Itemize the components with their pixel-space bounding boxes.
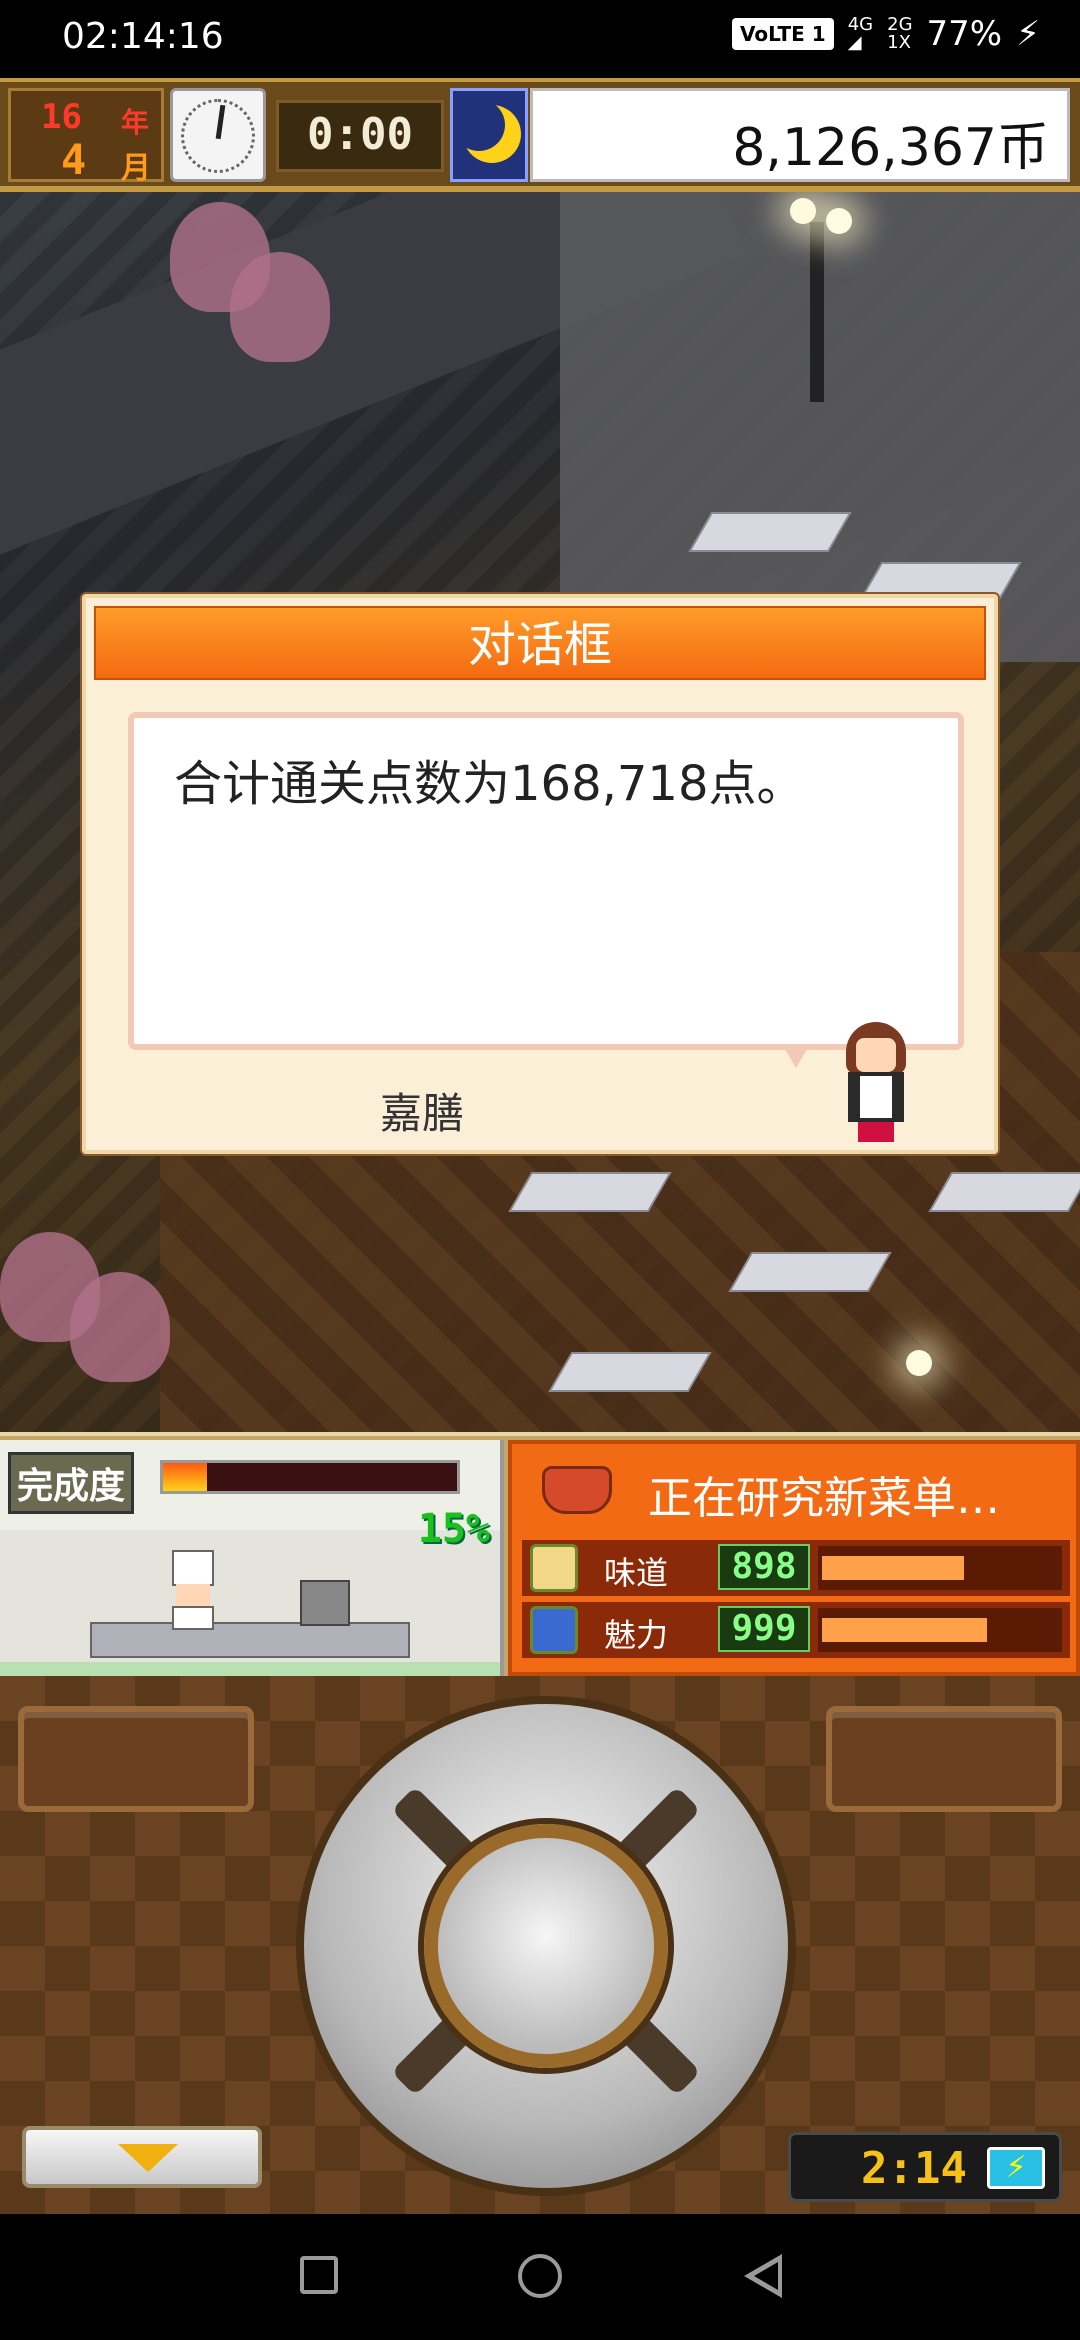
- cooking-pot: [300, 1580, 350, 1626]
- stat-bar: [818, 1546, 1062, 1590]
- dpad[interactable]: [296, 1696, 796, 2196]
- right-shoulder-button[interactable]: [826, 1706, 1062, 1812]
- dining-table: [728, 1252, 892, 1292]
- stat-bar: [818, 1608, 1062, 1652]
- stat-value: 898: [718, 1544, 810, 1590]
- battery-text: 77%: [926, 14, 1003, 54]
- cherry-tree: [70, 1272, 170, 1382]
- game-hud: 16 年 4 月 0:00 8,126,367币: [0, 78, 1080, 192]
- game-clock-time: 2:14: [861, 2143, 967, 2194]
- dining-table: [688, 512, 852, 552]
- maid-avatar: [836, 1022, 916, 1142]
- completion-bar: [160, 1460, 460, 1494]
- kitchen-counter: [90, 1622, 410, 1658]
- dialog-header: 对话框: [94, 606, 986, 680]
- stat-value: 999: [718, 1606, 810, 1652]
- dish-icon: [542, 1466, 612, 1514]
- status-indicators: VoLTE 1 4G ◢ 2G 1X 77% ⚡: [731, 14, 1040, 54]
- stat-row-charm: 魅力 999: [522, 1602, 1070, 1658]
- year-label: 年: [121, 106, 150, 139]
- game-timer: 0:00: [276, 100, 444, 172]
- home-button[interactable]: [518, 2254, 562, 2298]
- stat-bar-fill: [822, 1618, 988, 1642]
- completion-label: 完成度: [8, 1452, 135, 1514]
- dining-table: [928, 1172, 1080, 1212]
- chef-avatar: [168, 1550, 218, 1630]
- battery-icon: ⚡: [987, 2147, 1045, 2189]
- completion-percent: 15%: [417, 1506, 490, 1552]
- chevron-down-icon: [118, 2144, 178, 2172]
- signal-4g: 4G ◢: [847, 14, 874, 53]
- stat-bar-fill: [822, 1556, 964, 1580]
- lamp-light: [826, 208, 852, 234]
- taste-icon: [530, 1544, 578, 1592]
- research-title: 正在研究新菜单…: [648, 1473, 1000, 1524]
- menu-toggle-button[interactable]: [22, 2126, 262, 2188]
- dialog-title: 对话框: [467, 617, 612, 673]
- cherry-tree: [230, 252, 330, 362]
- speech-tail: [782, 1044, 810, 1068]
- lamp-light: [906, 1350, 932, 1376]
- completion-bar-fill: [163, 1463, 208, 1491]
- lamp-light: [790, 198, 816, 224]
- dining-table: [508, 1172, 672, 1212]
- stat-row-taste: 味道 898: [522, 1540, 1070, 1596]
- game-clock: 2:14 ⚡: [788, 2132, 1062, 2202]
- charm-icon: [530, 1606, 578, 1654]
- street-lamp: [810, 222, 824, 402]
- left-shoulder-button[interactable]: [18, 1706, 254, 1812]
- month-value: 4: [61, 135, 87, 184]
- info-panel: 完成度 15% 正在研究新菜单… 味道 898 魅力 999: [0, 1432, 1080, 1676]
- date-display: 16 年 4 月: [8, 88, 164, 186]
- stat-name: 味道: [604, 1554, 669, 1592]
- moon-icon: [450, 88, 528, 182]
- back-button[interactable]: [744, 2254, 782, 2298]
- dialog-message-area: 合计通关点数为168,718点。: [128, 712, 964, 1050]
- recents-button[interactable]: [300, 2256, 338, 2294]
- stat-name: 魅力: [604, 1616, 669, 1654]
- money-display: 8,126,367币: [530, 88, 1070, 182]
- dining-table: [548, 1352, 712, 1392]
- year-value: 16: [41, 97, 82, 137]
- dialog-message: 合计通关点数为168,718点。: [174, 756, 805, 812]
- status-bar: 02:14:16 VoLTE 1 4G ◢ 2G 1X 77% ⚡: [0, 0, 1080, 78]
- money-value: 8,126,367币: [732, 118, 1049, 178]
- dpad-center-button[interactable]: [424, 1824, 668, 2068]
- signal-2g: 2G 1X: [887, 14, 913, 53]
- completion-panel: 完成度 15%: [0, 1440, 504, 1676]
- charging-icon: ⚡: [1016, 14, 1040, 54]
- clock-icon: [170, 88, 266, 182]
- month-label: 月: [121, 151, 151, 186]
- dialog-box[interactable]: 对话框 合计通关点数为168,718点。 嘉膳: [82, 594, 998, 1154]
- volte-badge: VoLTE 1: [731, 18, 834, 50]
- research-panel: 正在研究新菜单… 味道 898 魅力 999: [508, 1440, 1080, 1676]
- controller-area: 2:14 ⚡: [0, 1676, 1080, 2214]
- status-time: 02:14:16: [62, 16, 224, 57]
- navigation-bar: [0, 2214, 1080, 2340]
- speaker-name: 嘉膳: [380, 1089, 465, 1138]
